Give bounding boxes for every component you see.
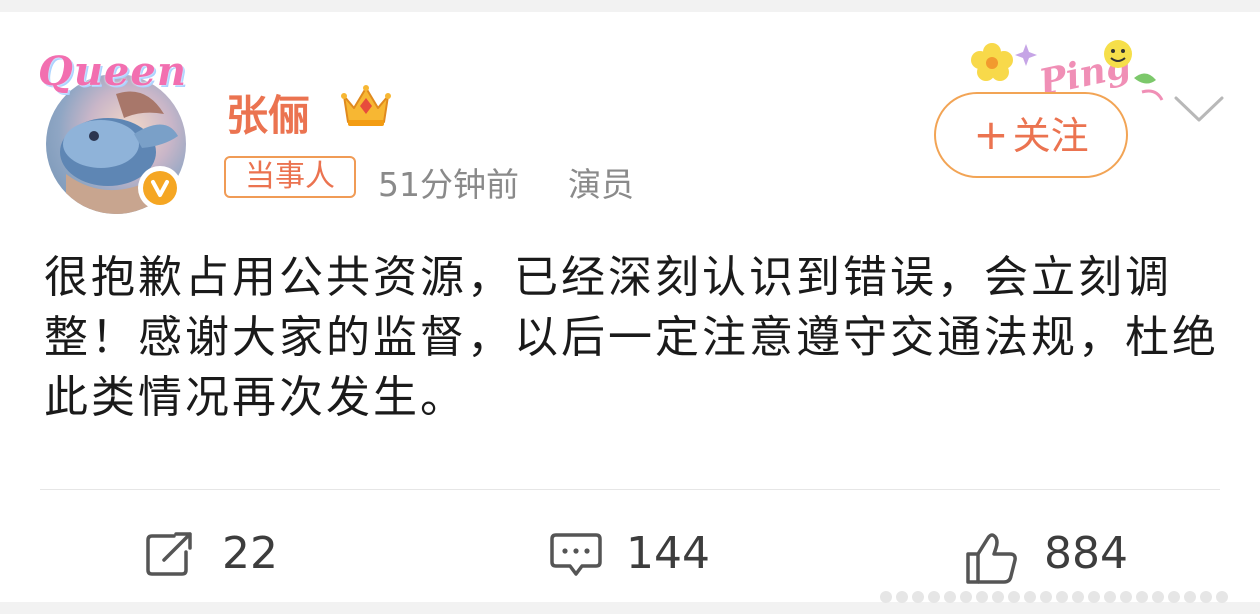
divider [40, 489, 1220, 490]
flower-icon [971, 43, 1013, 81]
tag-badge: 当事人 [224, 156, 356, 198]
post-time: 51分钟前 [378, 165, 519, 204]
repost-count: 22 [222, 528, 278, 579]
comment-count: 144 [626, 528, 710, 579]
author-name[interactable]: 张俪 [226, 82, 310, 143]
weibo-post-card: Queen 张俪 当事人 51分钟前 演员 Ping + 关注 很抱歉占用公共资… [0, 12, 1260, 603]
follow-button[interactable]: + 关注 [934, 92, 1128, 178]
like-count: 884 [1044, 528, 1128, 579]
comment-button[interactable]: 144 [550, 524, 750, 584]
like-button[interactable]: 884 [964, 524, 1164, 584]
follow-label: 关注 [1012, 114, 1089, 158]
watermark [878, 584, 1242, 610]
crown-icon [341, 85, 391, 126]
post-source: 演员 [568, 165, 634, 204]
repost-icon [146, 532, 192, 576]
comment-icon [550, 533, 602, 576]
verified-icon [138, 166, 182, 210]
repost-button[interactable]: 22 [146, 524, 306, 584]
plus-icon: + [973, 110, 1009, 159]
like-icon [966, 533, 1017, 584]
chevron-down-icon[interactable] [1172, 94, 1226, 124]
post-text: 很抱歉占用公共资源，已经深刻认识到错误，会立刻调整！感谢大家的监督，以后一定注意… [44, 252, 1219, 423]
avatar[interactable]: Queen [38, 48, 186, 214]
avatar-overlay-text: Queen [38, 48, 187, 95]
